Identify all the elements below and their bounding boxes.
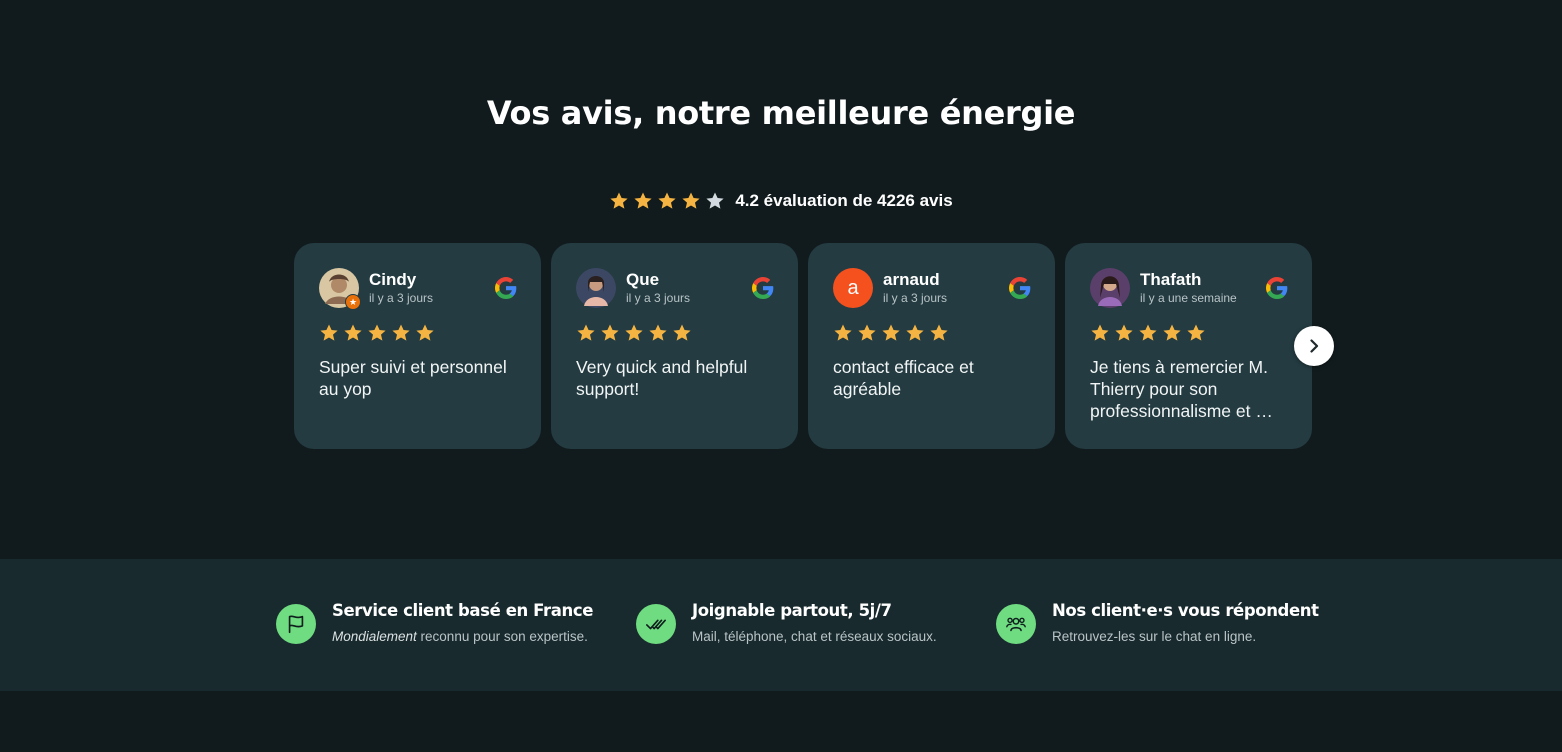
review-text: Very quick and helpful support! (576, 357, 748, 399)
star-icon (344, 324, 362, 341)
review-card[interactable]: Thafath il y a une semaine Je tiens à re… (1065, 243, 1312, 449)
avatar: a (833, 268, 873, 308)
review-time: il y a une semaine (1140, 291, 1237, 305)
local-guide-badge-icon: ★ (345, 294, 361, 310)
review-text: Super suivi et personnel au yop (319, 357, 507, 399)
star-icon (577, 324, 595, 341)
avatar-photo (1090, 268, 1130, 308)
star-icon (416, 324, 434, 341)
avatar-letter: a (847, 276, 859, 299)
review-text: contact efficace et agréable (833, 357, 974, 399)
google-icon (495, 277, 517, 299)
rating-summary: 4.2 évaluation de 4226 avis (0, 191, 1562, 211)
star-icon (320, 324, 338, 341)
section-heading: Vos avis, notre meilleure énergie (486, 94, 1076, 132)
star-icon (706, 192, 724, 209)
star-icon (1139, 324, 1157, 341)
star-icon (625, 324, 643, 341)
star-icon (392, 324, 410, 341)
avatar: ★ (319, 268, 361, 310)
feature-service-france: Service client basé en France Mondialeme… (276, 601, 593, 646)
review-stars (576, 323, 773, 343)
google-icon (752, 277, 774, 299)
chevron-right-icon (1310, 339, 1319, 353)
avatar-photo (576, 268, 616, 308)
star-icon (882, 324, 900, 341)
review-time: il y a 3 jours (626, 291, 691, 305)
users-icon (996, 604, 1036, 644)
avatar (576, 268, 616, 308)
review-time: il y a 3 jours (883, 291, 948, 305)
carousel-next-button[interactable] (1294, 326, 1334, 366)
features-band: Service client basé en France Mondialeme… (0, 559, 1562, 691)
review-stars (833, 323, 1030, 343)
review-stars (1090, 323, 1287, 343)
review-text: Je tiens à remercier M. Thierry pour son… (1090, 357, 1273, 421)
review-time: il y a 3 jours (369, 291, 434, 305)
star-icon (858, 324, 876, 341)
review-card[interactable]: a arnaud il y a 3 jours contact efficace… (808, 243, 1055, 449)
star-icon (1187, 324, 1205, 341)
feature-subtitle: Mondialement reconnu pour son expertise. (332, 629, 588, 644)
google-icon (1009, 277, 1031, 299)
star-icon (834, 324, 852, 341)
review-card[interactable]: ★ Cindy il y a 3 jours Super suivi et pe… (294, 243, 541, 449)
star-icon (1091, 324, 1109, 341)
reviewer-name: arnaud (883, 270, 940, 289)
star-icon (682, 192, 700, 209)
feature-subtitle: Mail, téléphone, chat et réseaux sociaux… (692, 629, 937, 644)
star-icon (368, 324, 386, 341)
google-icon (1266, 277, 1288, 299)
star-icon (673, 324, 691, 341)
reviewer-name: Cindy (369, 270, 417, 289)
star-icon (649, 324, 667, 341)
review-card[interactable]: Que il y a 3 jours Very quick and helpfu… (551, 243, 798, 449)
star-icon (1115, 324, 1133, 341)
star-icon (930, 324, 948, 341)
feature-subtitle: Retrouvez-les sur le chat en ligne. (1052, 629, 1257, 644)
star-icon (601, 324, 619, 341)
star-icon (610, 192, 628, 209)
double-check-icon (636, 604, 676, 644)
rating-summary-text: 4.2 évaluation de 4226 avis (735, 191, 953, 210)
star-icon (1163, 324, 1181, 341)
feature-title: Nos client·e·s vous répondent (1052, 601, 1319, 620)
star-icon (658, 192, 676, 209)
reviewer-name: Thafath (1140, 270, 1202, 289)
summary-stars (609, 191, 725, 211)
star-icon (634, 192, 652, 209)
review-stars (319, 323, 516, 343)
feature-title: Joignable partout, 5j/7 (692, 601, 892, 620)
star-icon (906, 324, 924, 341)
reviews-carousel: ★ Cindy il y a 3 jours Super suivi et pe… (294, 243, 1312, 449)
flag-icon (276, 604, 316, 644)
feature-clients-repondent: Nos client·e·s vous répondent Retrouvez-… (996, 601, 1319, 646)
feature-joignable: Joignable partout, 5j/7 Mail, téléphone,… (636, 601, 937, 646)
feature-title: Service client basé en France (332, 601, 593, 620)
reviewer-name: Que (626, 270, 660, 289)
avatar (1090, 268, 1130, 308)
